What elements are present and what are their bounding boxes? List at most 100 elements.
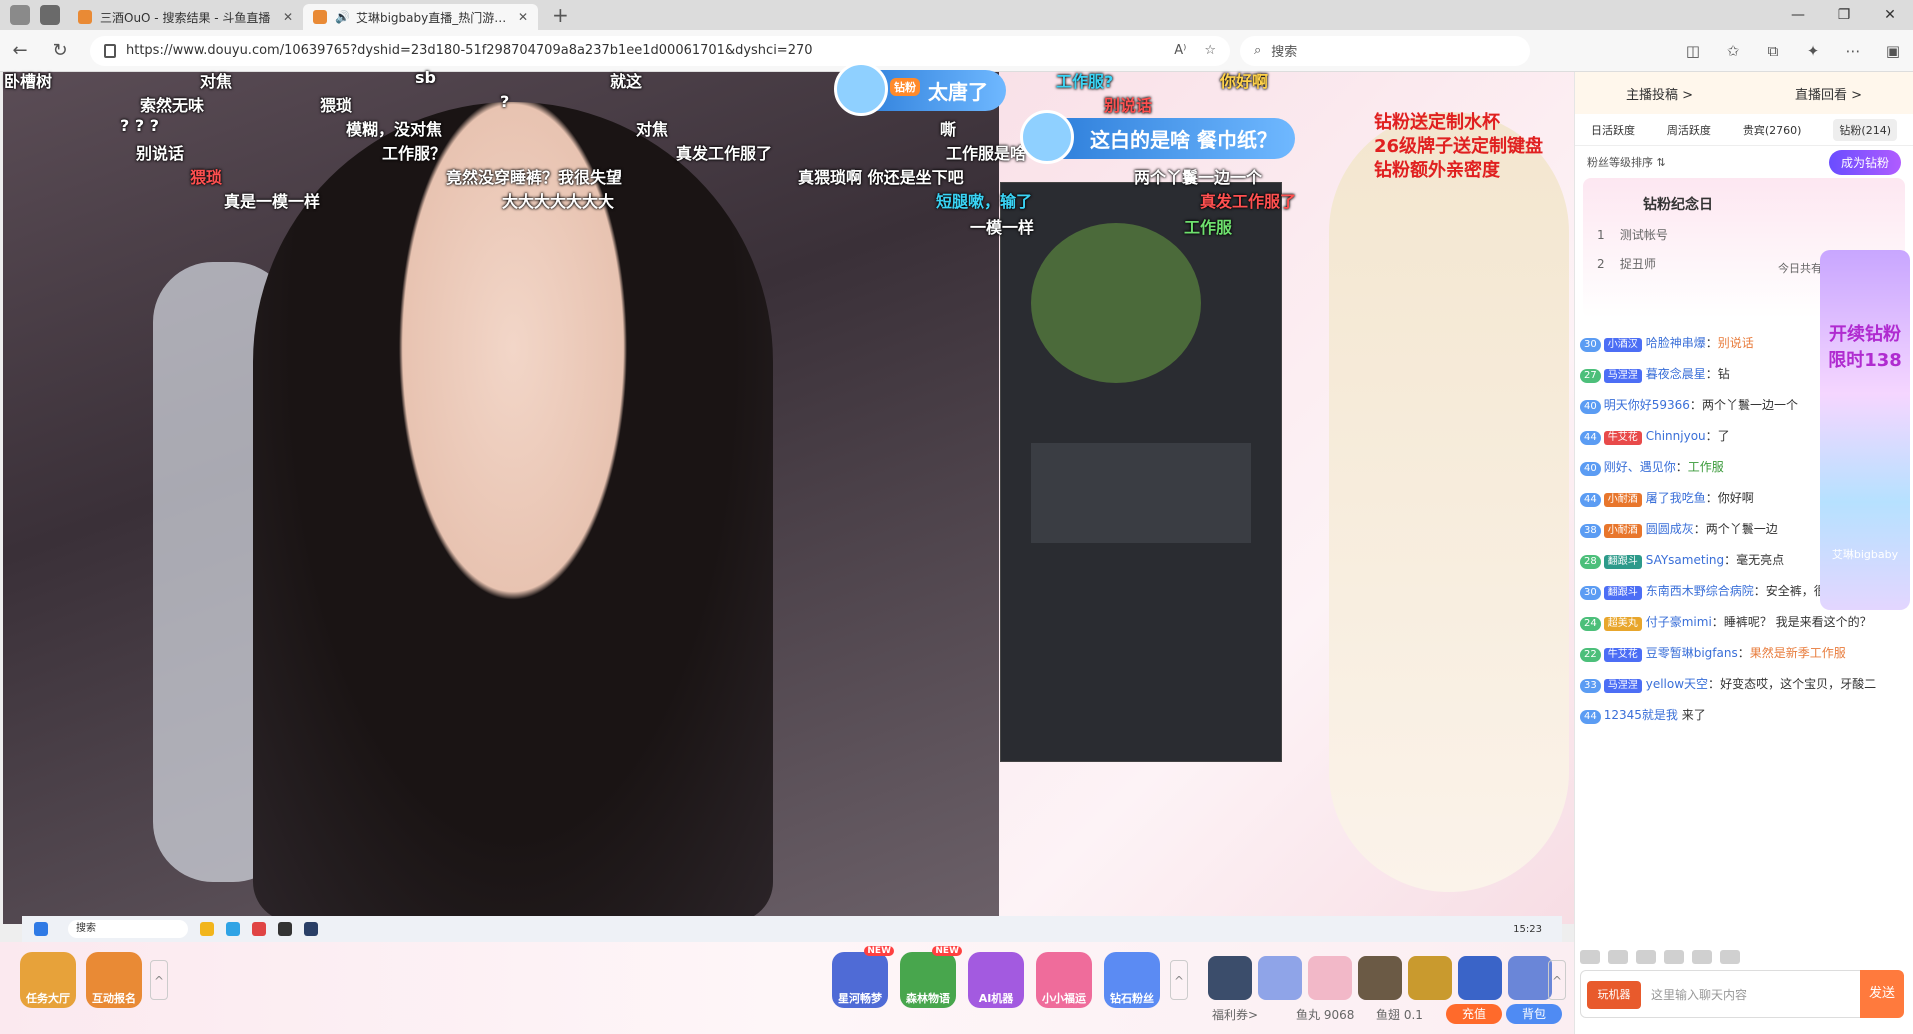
favorite-star-icon[interactable]: ☆ <box>1204 43 1216 58</box>
tab-daily[interactable]: 日活跃度 <box>1591 122 1635 138</box>
tab-search[interactable]: 三酒OuO - 搜索结果 - 斗鱼直播 ✕ <box>68 4 303 30</box>
streamer <box>253 102 773 922</box>
anime-character <box>1329 112 1569 892</box>
extensions-icon[interactable]: ✦ <box>1793 42 1833 60</box>
stream-notice: 26级牌子送定制键盘 <box>1374 136 1544 157</box>
activity-icon[interactable]: NEW 星河畅梦 <box>832 946 894 1008</box>
chat-input[interactable]: 玩机器 这里输入聊天内容 <box>1580 970 1880 1018</box>
remote-taskbar: 搜索 15:23 <box>22 916 1562 942</box>
danmu: 对焦 <box>200 72 233 91</box>
danmu: 别说话 <box>1104 96 1153 115</box>
fan-promo-banner[interactable]: 开续钻粉 限时138 艾琳bigbaby <box>1820 250 1910 610</box>
gift-icon[interactable] <box>1408 956 1452 1000</box>
danmu: 真发工作服了 <box>676 144 773 163</box>
recharge-button[interactable]: 充值 <box>1446 1004 1502 1024</box>
gift-icon[interactable] <box>1308 956 1352 1000</box>
profile-icon[interactable] <box>10 5 30 25</box>
danmu: ? <box>500 92 510 111</box>
tab-vip[interactable]: 贵宾(2760) <box>1743 122 1802 138</box>
app-icon <box>278 922 292 936</box>
expand-chevron-icon[interactable]: ^ <box>1548 960 1566 1000</box>
danmu: 卧槽树 <box>4 72 53 91</box>
search-box[interactable]: ⌕ 搜索 <box>1240 35 1530 66</box>
more-icon[interactable]: ⋯ <box>1833 42 1873 60</box>
danmu: 猥琐 <box>320 96 353 115</box>
play-machine-button[interactable]: 玩机器 <box>1587 981 1641 1009</box>
danmu: 真发工作服了 <box>1200 192 1297 211</box>
refresh-icon[interactable]: ↻ <box>40 40 80 61</box>
danmu: ? ? ? <box>120 116 159 135</box>
tab-actions-icon[interactable] <box>40 5 60 25</box>
send-button[interactable]: 发送 <box>1860 970 1904 1018</box>
stream-notice: 钻粉送定制水杯 <box>1374 112 1500 133</box>
megaphone-icon[interactable] <box>1608 950 1628 964</box>
danmu: 你好啊 <box>1220 72 1269 91</box>
danmu: 两个丫鬟一边一个 <box>1134 168 1263 187</box>
become-fan-button[interactable]: 成为钻粉 <box>1828 149 1901 175</box>
chat-message: 33 马涅涅 yellow天空：好变态哎，这个宝贝，牙酸二 <box>1580 673 1896 695</box>
restore-icon[interactable]: ❐ <box>1821 0 1867 30</box>
chat-tools <box>1580 950 1900 966</box>
windows-start-icon <box>34 922 48 936</box>
close-icon[interactable]: ✕ <box>518 10 528 24</box>
favorites-icon[interactable]: ✩ <box>1713 42 1753 60</box>
settings-icon[interactable] <box>1692 950 1712 964</box>
speaker-icon[interactable]: 🔊 <box>335 10 350 24</box>
sidebar-top-tabs: 主播投稿 > 直播回看 > <box>1575 72 1913 114</box>
gift-icon[interactable] <box>1208 956 1252 1000</box>
chat-message: 22 牛艾花 豆零暂琳bigfans：果然是新季工作服 <box>1580 642 1896 664</box>
gift-icon[interactable] <box>1508 956 1552 1000</box>
minimize-icon[interactable]: — <box>1775 0 1821 30</box>
image-icon[interactable] <box>1664 950 1684 964</box>
emoji-icon[interactable] <box>1580 950 1600 964</box>
rank-tabs: 日活跃度 周活跃度 贵宾(2760) 钻粉(214) <box>1575 114 1913 146</box>
tab-weekly[interactable]: 周活跃度 <box>1667 122 1711 138</box>
badge-icon[interactable] <box>1636 950 1656 964</box>
super-danmu: 这白的是啥 餐巾纸？ <box>1020 110 1295 164</box>
tab-live[interactable]: 🔊 艾琳bigbaby直播_热门游戏直播 ✕ <box>303 4 538 30</box>
activity-icon[interactable]: 钻石粉丝 <box>1104 952 1160 1008</box>
sidebar-toggle-icon[interactable]: ▣ <box>1873 42 1913 60</box>
gift-icon[interactable] <box>1358 956 1402 1000</box>
expand-chevron-icon[interactable]: ^ <box>1170 960 1188 1000</box>
back-icon[interactable]: ← <box>0 40 40 61</box>
filter-icon[interactable] <box>1720 950 1740 964</box>
activity-icon[interactable]: 小小福运 <box>1036 952 1092 1008</box>
fishball-balance: 鱼丸 9068 <box>1296 1008 1355 1022</box>
welfare-link[interactable]: 福利券> <box>1212 1006 1258 1023</box>
danmu: 工作服？ <box>382 144 447 163</box>
expand-chevron-icon[interactable]: ^ <box>150 960 168 1000</box>
tab-replay[interactable]: 直播回看 > <box>1795 84 1862 103</box>
avatar <box>834 62 888 116</box>
danmu: 大大大大大大大 <box>502 192 615 211</box>
danmu: 工作服? <box>1056 72 1114 91</box>
video-player[interactable]: 卧槽树 对焦 sb 就这 索然无味 猥琐 ? 模糊，没对焦 ? ? ? 对焦 嘶… <box>0 62 1574 1034</box>
danmu: 工作服 <box>1184 218 1233 237</box>
collections-icon[interactable]: ⧉ <box>1753 42 1793 60</box>
danmu: 模糊，没对焦 <box>346 120 443 139</box>
address-bar: ← ↻ https://www.douyu.com/10639765?dyshi… <box>0 30 1913 72</box>
super-danmu: 钻粉 太唐了 <box>834 62 1006 116</box>
gift-icon[interactable] <box>1258 956 1302 1000</box>
folder-icon <box>200 922 214 936</box>
danmu: 猥琐 <box>190 168 223 187</box>
new-tab-icon[interactable]: + <box>552 3 569 27</box>
stream-notice: 钻粉额外亲密度 <box>1374 160 1500 181</box>
interactive-signup-button[interactable]: 互动报名 <box>86 952 142 1008</box>
bag-button[interactable]: 背包 <box>1506 1004 1562 1024</box>
danmu: 短腿嗽，输了 <box>936 192 1033 211</box>
close-icon[interactable]: ✕ <box>283 10 293 24</box>
danmu: 就这 <box>610 72 643 91</box>
danmu: 一模一样 <box>970 218 1035 237</box>
activity-icon[interactable]: AI机器 <box>968 952 1024 1008</box>
task-hall-button[interactable]: 任务大厅 <box>20 952 76 1008</box>
activity-icon[interactable]: NEW 森林物语 <box>900 946 962 1008</box>
gift-icon[interactable] <box>1458 956 1502 1000</box>
tab-anchor-posts[interactable]: 主播投稿 > <box>1626 84 1693 103</box>
tab-diamond-fans[interactable]: 钻粉(214) <box>1833 118 1897 141</box>
split-screen-icon[interactable]: ◫ <box>1673 42 1713 60</box>
close-window-icon[interactable]: ✕ <box>1867 0 1913 30</box>
url-field[interactable]: https://www.douyu.com/10639765?dyshid=23… <box>90 35 1230 66</box>
browser-tab-bar: 三酒OuO - 搜索结果 - 斗鱼直播 ✕ 🔊 艾琳bigbaby直播_热门游戏… <box>0 0 1913 30</box>
read-aloud-icon[interactable]: A⁾ <box>1174 43 1186 58</box>
